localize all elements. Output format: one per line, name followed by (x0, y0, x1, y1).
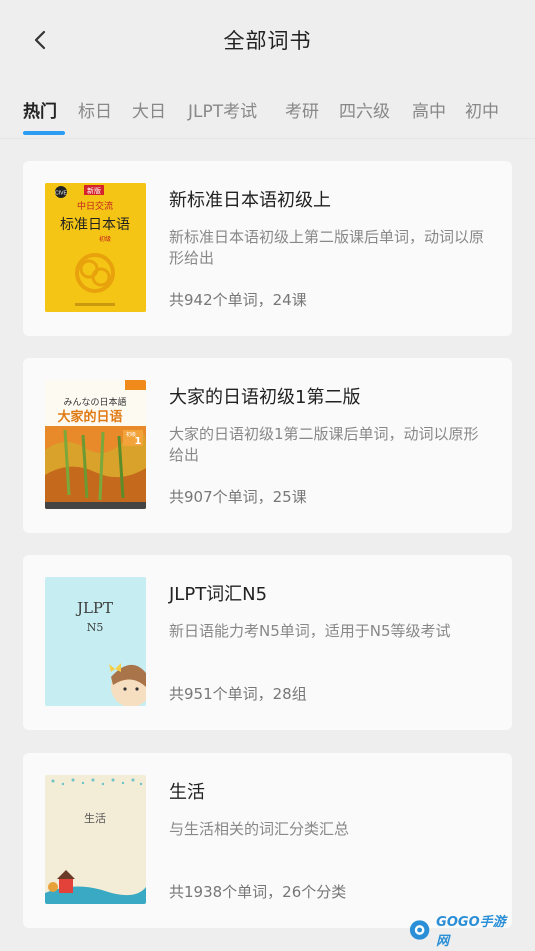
cover-line2: 大家的日语 (57, 409, 122, 425)
book-cover-art: JLPT N5 (45, 577, 146, 706)
tab-middleschool[interactable]: 初中 (465, 97, 499, 122)
book-title: 大家的日语初级1第二版 (169, 387, 361, 408)
cover-line1: みんなの日本語 (63, 396, 126, 408)
book-stats: 共1938个单词，26个分类 (169, 883, 347, 901)
book-card[interactable]: みんなの日本語 大家的日语 初级 1 大家的日语初级1第二版 大家的日语初级1第… (23, 358, 512, 533)
book-cover-art: みんなの日本語 大家的日语 初级 1 (45, 380, 146, 509)
book-cover: 生活 (45, 775, 146, 904)
back-button[interactable] (24, 26, 56, 54)
cover-badge: 新版 (87, 186, 101, 195)
page-title: 全部词书 (223, 29, 312, 53)
book-cover: CIVE 新版 中日交流 标准日本语 初级 (45, 183, 146, 312)
book-title: 新标准日本语初级上 (169, 190, 331, 211)
book-cover-art: 生活 (45, 775, 146, 904)
book-stats: 共907个单词，25课 (169, 488, 307, 506)
book-description: 大家的日语初级1第二版课后单词，动词以原形给出 (169, 425, 479, 464)
category-tabs: 热门 标日 大日 JLPT考试 考研 四六级 高中 初中 (0, 88, 535, 138)
book-card[interactable]: JLPT N5 JLPT词汇N5 新日语能力考N5单词，适用于N5等级考试 共9… (23, 555, 512, 730)
book-stats: 共951个单词，28组 (169, 685, 307, 703)
chevron-left-icon (34, 30, 46, 50)
book-card[interactable]: 生活 生活 与生活相关的词汇分类汇总 共1938个单词，26个分类 (23, 753, 512, 928)
gamepad-icon (409, 920, 430, 940)
cover-line1: JLPT (75, 599, 113, 617)
cover-line2: 标准日本语 (60, 217, 130, 233)
app-header: 全部词书 (0, 0, 535, 80)
tab-biaori[interactable]: 标日 (78, 97, 112, 122)
book-description: 新日语能力考N5单词，适用于N5等级考试 (169, 622, 451, 640)
book-stats: 共942个单词，24课 (169, 291, 307, 309)
cover-line2: N5 (87, 621, 104, 634)
book-card[interactable]: CIVE 新版 中日交流 标准日本语 初级 新标准日本语初级上 新标准日本语初级… (23, 161, 512, 336)
tab-jlpt[interactable]: JLPT考试 (188, 97, 257, 122)
cover-line1: 生活 (84, 811, 106, 825)
tab-highschool[interactable]: 高中 (412, 97, 446, 122)
cover-tag: CIVE (55, 191, 67, 197)
book-cover: みんなの日本語 大家的日语 初级 1 (45, 380, 146, 509)
tab-dari[interactable]: 大日 (132, 97, 166, 122)
active-tab-indicator (23, 131, 65, 135)
book-cover-art: CIVE 新版 中日交流 标准日本语 初级 (45, 183, 146, 312)
book-title: 生活 (169, 782, 205, 803)
book-title: JLPT词汇N5 (169, 584, 268, 605)
book-description: 与生活相关的词汇分类汇总 (169, 820, 350, 838)
tab-kaoyan[interactable]: 考研 (285, 97, 319, 122)
book-cover: JLPT N5 (45, 577, 146, 706)
tab-cet[interactable]: 四六级 (339, 97, 390, 122)
watermark-logo: GOGO手游网 (408, 915, 516, 949)
book-description: 新标准日本语初级上第二版课后单词，动词以原形给出 (169, 228, 485, 267)
cover-sub: 初级 (99, 235, 111, 243)
tab-divider (0, 138, 535, 139)
tab-hot[interactable]: 热门 (23, 97, 57, 122)
cover-line1: 中日交流 (77, 200, 113, 212)
watermark-text: GOGO手游网 (436, 915, 506, 949)
cover-number: 1 (135, 436, 142, 447)
